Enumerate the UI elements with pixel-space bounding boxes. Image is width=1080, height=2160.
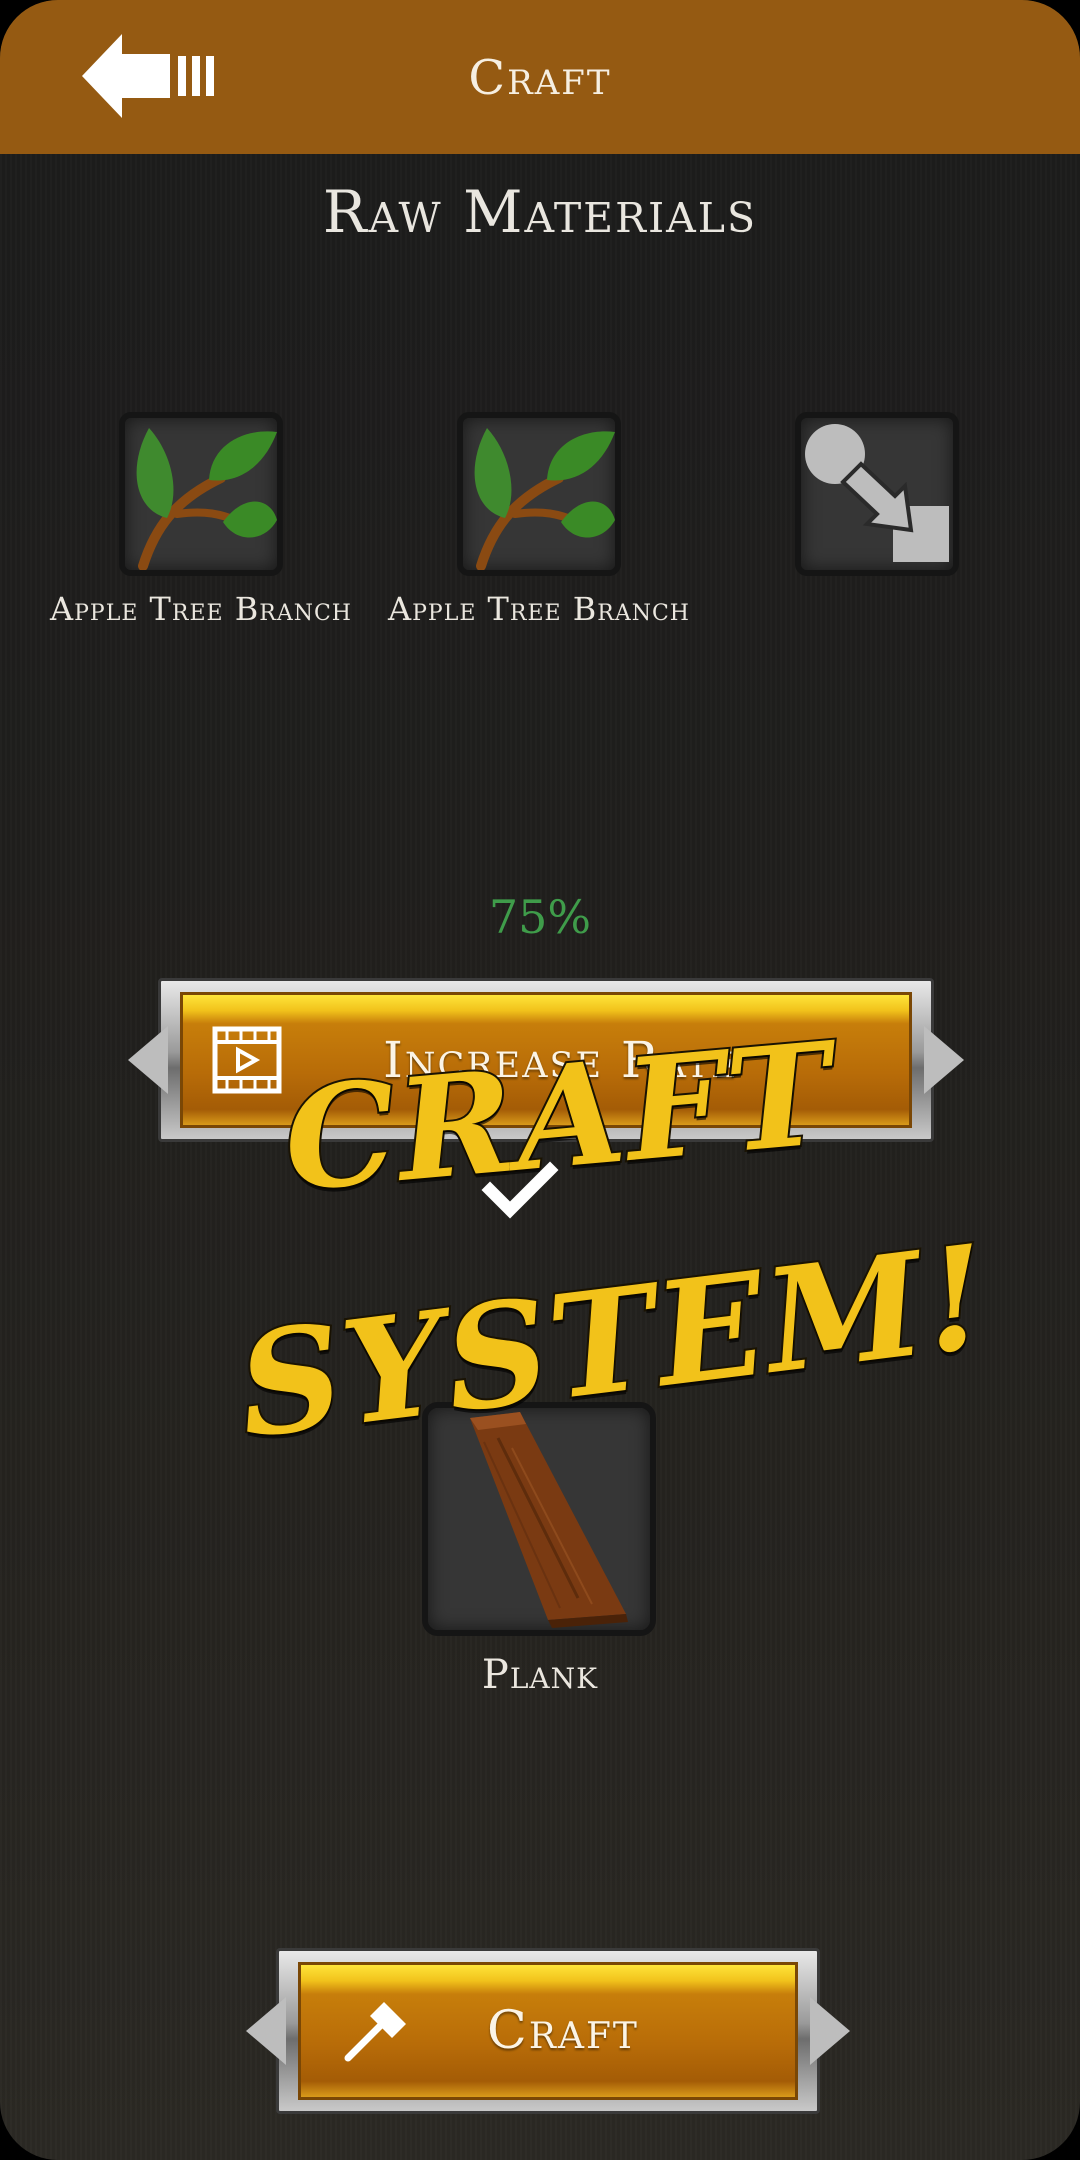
- material-slot-2[interactable]: [457, 412, 621, 576]
- header-bar: Craft: [0, 0, 1080, 154]
- material-label-2: Apple Tree Branch: [388, 590, 690, 628]
- craft-button[interactable]: Craft: [246, 1948, 850, 2114]
- material-slot-1[interactable]: [119, 412, 283, 576]
- success-rate: 75%: [488, 890, 592, 944]
- page-title: Craft: [468, 50, 612, 106]
- material-slot-3[interactable]: [795, 412, 959, 576]
- material-label-1: Apple Tree Branch: [50, 590, 352, 628]
- leafy-branch-icon: [474, 428, 615, 570]
- result-label: Plank: [481, 1652, 599, 1698]
- leafy-branch-icon: [136, 428, 277, 570]
- craft-screen: Craft Raw Materials Apple Tree Branch Ap…: [0, 0, 1080, 2160]
- transform-arrow-icon: [805, 424, 949, 562]
- craft-label: Craft: [487, 2001, 639, 2061]
- raw-materials-title: Raw Materials: [322, 178, 758, 246]
